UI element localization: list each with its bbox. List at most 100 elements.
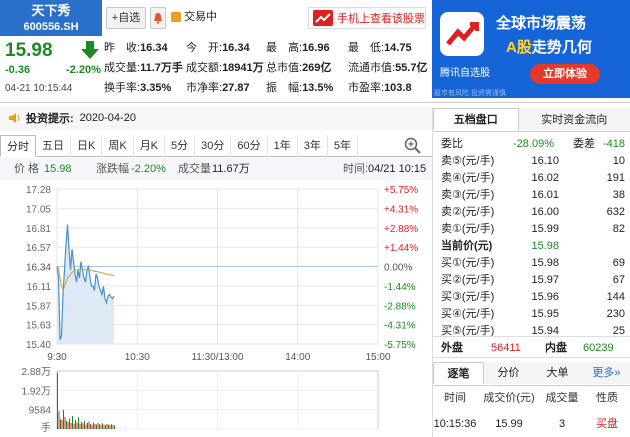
tab-orderbook[interactable]: 五档盘口: [433, 108, 519, 130]
y-pct-tick-label: -1.44%: [384, 282, 416, 293]
ask-label: 卖⑤(元/手): [441, 155, 495, 167]
quote-label: 最 低:: [348, 42, 385, 54]
quote-label: 市净率:: [186, 82, 223, 94]
volume-bar: [106, 423, 108, 429]
quote-label: 今 开:: [186, 42, 223, 54]
speaker-icon: [9, 113, 20, 123]
intraday-chart[interactable]: 17.28 +5.75% 17.05 +4.31% 16.81 +2.88% 16.57 +1…: [0, 180, 432, 437]
bell-icon: [154, 13, 162, 24]
tab-period[interactable]: 五日: [36, 135, 71, 157]
orderbook-row: 买③(元/手) 15.96 144: [441, 289, 625, 306]
tab-money-flow[interactable]: 实时资金流向: [518, 108, 630, 130]
volume-tick-label: 手: [41, 421, 51, 434]
volume-bar: [87, 422, 88, 429]
ad-headline: 全球市场震荡: [496, 15, 587, 32]
trade-tabs: 逐笔 分价 大单 更多»: [433, 362, 630, 386]
quote-cell: 市盈率:103.8: [348, 78, 412, 98]
trend-icon: [313, 10, 333, 26]
ad-banner[interactable]: 全球市场震荡 A股走势几何 腾讯自选股 立即体验 股市有风险 投资需谨慎: [432, 0, 630, 98]
x-tick-label: 11:30/13:00: [191, 352, 244, 363]
notice-date[interactable]: 2020-04-20: [80, 112, 136, 124]
inner-label: 内盘: [545, 342, 567, 354]
bid-spacer: [559, 306, 600, 323]
bid-volume: 67: [612, 274, 625, 286]
quote-label: 成交量:: [104, 62, 141, 74]
ad-brand: 腾讯自选股: [440, 68, 490, 79]
y-pct-tick-label: -4.31%: [384, 321, 416, 332]
tab-period[interactable]: 日K: [71, 135, 103, 157]
ask-label: 卖①(元/手): [441, 223, 495, 235]
volume-bar: [88, 421, 90, 429]
bid-volume: 230: [606, 308, 625, 320]
trade-vol: 3: [558, 418, 566, 430]
orderbook-row: 卖③(元/手) 16.01 38: [441, 187, 625, 204]
y-tick-label: 17.05: [26, 204, 51, 215]
volume-bar: [66, 420, 67, 429]
y-tick-label: 16.34: [26, 263, 51, 274]
cur-spacer: [559, 238, 600, 255]
volume-bar: [72, 415, 73, 429]
tab-period[interactable]: 分时: [0, 135, 36, 157]
right-panel: 五档盘口 实时资金流向 委比 -28.09% 委差 -418 卖⑤(元/手) 16.10 1…: [432, 108, 630, 437]
quote-cell: 市净率:27.87: [186, 78, 250, 98]
trade-time: 10:15:36: [433, 418, 477, 430]
x-tick-label: 10:30: [125, 352, 150, 363]
quote-value: 27.87: [222, 82, 250, 94]
info-time: 04/21 10:15: [368, 163, 427, 175]
volume-bar: [64, 416, 66, 429]
tab-period[interactable]: 60分: [231, 135, 268, 157]
ask-spacer: [559, 170, 600, 187]
tab-period[interactable]: 月K: [134, 135, 166, 157]
volume-bar: [112, 424, 114, 429]
orderbook-tabs: 五档盘口 实时资金流向: [433, 108, 630, 132]
tab-period[interactable]: 周K: [102, 135, 134, 157]
y-tick-label: 15.87: [26, 301, 51, 312]
ask-price: 15.99: [531, 223, 559, 235]
volume-bar: [67, 421, 69, 429]
volume-bar: [76, 422, 78, 429]
trade-tab[interactable]: 分价: [484, 362, 533, 384]
tab-period[interactable]: 5分: [165, 135, 196, 157]
quote-cell: 昨 收:16.34: [104, 38, 168, 58]
trade-tab[interactable]: 更多»: [582, 362, 630, 384]
tab-period[interactable]: 1年: [268, 135, 298, 157]
ask-price: 16.00: [531, 206, 559, 218]
quote-cell: 成交额:18941万: [186, 58, 264, 78]
tab-period[interactable]: 5年: [328, 135, 359, 157]
volume-bar: [78, 417, 79, 429]
ad-try-button[interactable]: 立即体验: [530, 64, 600, 84]
trade-tab[interactable]: 大单: [533, 362, 582, 384]
orderbook-row: 当前价(元) 15.98: [441, 238, 625, 255]
ask-volume: 38: [612, 189, 625, 201]
ad-sub-a: A股: [506, 39, 532, 56]
volume-bar: [96, 424, 97, 429]
volume-bar: [82, 423, 84, 429]
tab-period[interactable]: 3年: [298, 135, 328, 157]
tab-period[interactable]: 30分: [195, 135, 232, 157]
trade-tab[interactable]: 逐笔: [433, 362, 484, 384]
magnifier-plus-icon: [404, 137, 421, 154]
add-watchlist-button[interactable]: +自选: [106, 7, 146, 29]
orderbook-row: 卖①(元/手) 15.99 82: [441, 221, 625, 238]
bid-volume: 69: [612, 257, 625, 269]
y-tick-label: 15.40: [26, 340, 51, 351]
current-label: 当前价(元): [441, 240, 493, 252]
mobile-view-label: 手机上查看该股票: [337, 13, 425, 25]
volume-bar: [97, 422, 99, 429]
volume-bar: [73, 423, 75, 429]
y-pct-tick-label: -2.88%: [384, 301, 416, 312]
volume-bar: [85, 424, 87, 429]
volume-bar: [81, 421, 82, 429]
quote-value: 18941万: [222, 62, 264, 74]
diff-value: -418: [602, 138, 625, 150]
bid-label: 买①(元/手): [441, 257, 495, 269]
alert-bell-button[interactable]: [150, 7, 166, 29]
divider: [0, 102, 630, 103]
mobile-view-link[interactable]: 手机上查看该股票: [308, 7, 426, 29]
zoom-button[interactable]: [398, 135, 428, 157]
volume-bar: [103, 424, 105, 429]
quote-cell: 总市值:269亿: [266, 58, 331, 78]
period-tabs: 分时 五日 日K 周K 月K 5分 30分 60分 1年 3年 5年: [0, 135, 432, 157]
volume-bar: [105, 425, 106, 429]
quote-value: 103.8: [384, 82, 412, 94]
